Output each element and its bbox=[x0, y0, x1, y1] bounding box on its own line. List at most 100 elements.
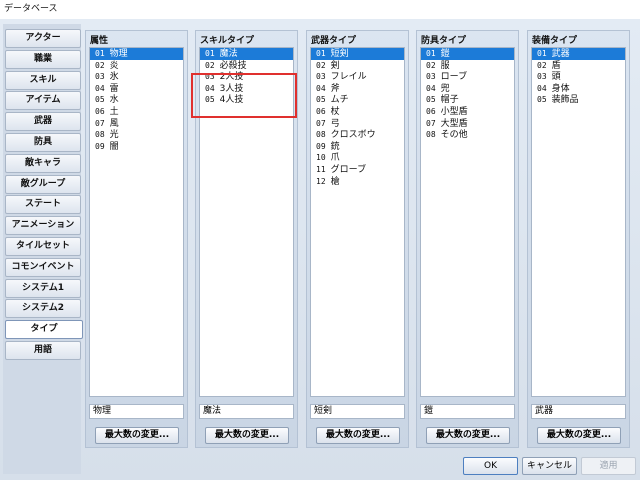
list-item[interactable]: 05 4人技 bbox=[200, 94, 293, 106]
list-item[interactable]: 10 爪 bbox=[311, 152, 404, 164]
list-item[interactable]: 01 武器 bbox=[532, 48, 625, 60]
list-item[interactable]: 01 魔法 bbox=[200, 48, 293, 60]
list-item-number: 01 bbox=[537, 49, 547, 58]
change-maximum-button[interactable]: 最大数の変更... bbox=[537, 427, 621, 444]
list-item[interactable]: 07 大型盾 bbox=[421, 118, 514, 130]
tab-0[interactable]: アクター bbox=[5, 29, 81, 48]
type-list[interactable]: 01 短剣 02 剣 03 フレイル 04 斧 05 ムチ 06 杖 07 弓 08 クロスボウ 09 銃 10 爪 1… bbox=[310, 47, 405, 397]
change-maximum-button[interactable]: 最大数の変更... bbox=[205, 427, 289, 444]
list-item[interactable]: 01 物理 bbox=[90, 48, 183, 60]
list-item-name: 頭 bbox=[551, 72, 561, 83]
name-input[interactable]: 短剣 bbox=[310, 404, 405, 419]
tab-7[interactable]: 敵グループ bbox=[5, 174, 81, 194]
list-item[interactable]: 02 剣 bbox=[311, 60, 404, 72]
list-item-number: 04 bbox=[205, 83, 215, 93]
list-item[interactable]: 08 その他 bbox=[421, 129, 514, 141]
list-item-number: 02 bbox=[95, 60, 105, 70]
list-item-name: 小型盾 bbox=[440, 106, 468, 117]
list-item[interactable]: 06 土 bbox=[90, 106, 183, 118]
list-item[interactable]: 03 フレイル bbox=[311, 71, 404, 83]
apply-button[interactable]: 適用 bbox=[581, 457, 636, 475]
name-input[interactable]: 武器 bbox=[531, 404, 626, 419]
list-item[interactable]: 06 小型盾 bbox=[421, 106, 514, 118]
list-item[interactable]: 07 風 bbox=[90, 118, 183, 130]
list-item[interactable]: 04 兜 bbox=[421, 83, 514, 95]
type-panel: スキルタイプ 01 魔法 02 必殺技 03 2人技 04 3人技 05 4人技 魔法 最大数の変更..… bbox=[195, 30, 298, 448]
list-item[interactable]: 05 ムチ bbox=[311, 94, 404, 106]
list-item[interactable]: 04 3人技 bbox=[200, 83, 293, 95]
list-item-name: 銃 bbox=[330, 141, 340, 152]
tab-12[interactable]: システム1 bbox=[5, 278, 81, 298]
tab-3[interactable]: アイテム bbox=[5, 91, 81, 111]
change-maximum-button[interactable]: 最大数の変更... bbox=[426, 427, 510, 444]
list-item-number: 03 bbox=[537, 72, 547, 82]
list-item[interactable]: 09 銃 bbox=[311, 141, 404, 153]
list-item-number: 04 bbox=[95, 83, 105, 93]
list-item[interactable]: 05 水 bbox=[90, 94, 183, 106]
list-item[interactable]: 11 グローブ bbox=[311, 164, 404, 176]
tab-4[interactable]: 武器 bbox=[5, 112, 81, 132]
change-maximum-button[interactable]: 最大数の変更... bbox=[95, 427, 179, 444]
list-item[interactable]: 03 頭 bbox=[532, 71, 625, 83]
list-item[interactable]: 09 闇 bbox=[90, 141, 183, 153]
list-item[interactable]: 08 光 bbox=[90, 129, 183, 141]
tab-10[interactable]: タイルセット bbox=[5, 237, 81, 256]
list-item-name: 兜 bbox=[440, 83, 450, 94]
name-input[interactable]: 魔法 bbox=[199, 404, 294, 419]
list-item-name: 魔法 bbox=[219, 49, 238, 59]
cancel-button[interactable]: キャンセル bbox=[522, 457, 577, 475]
list-item[interactable]: 02 必殺技 bbox=[200, 60, 293, 72]
list-item-number: 04 bbox=[537, 83, 547, 93]
list-item[interactable]: 06 杖 bbox=[311, 106, 404, 118]
list-item-name: 爪 bbox=[330, 153, 340, 164]
tab-5[interactable]: 防具 bbox=[5, 133, 81, 152]
list-item-name: 氷 bbox=[109, 72, 119, 83]
list-item-name: 弓 bbox=[330, 118, 340, 129]
list-item[interactable]: 02 服 bbox=[421, 60, 514, 72]
name-input[interactable]: 物理 bbox=[89, 404, 184, 419]
list-item[interactable]: 03 2人技 bbox=[200, 71, 293, 83]
list-item[interactable]: 05 装飾品 bbox=[532, 94, 625, 106]
list-item-name: 闇 bbox=[109, 141, 119, 152]
type-list[interactable]: 01 物理 02 炎 03 氷 04 雷 05 水 06 土 07 風 08 光 09 闇 bbox=[89, 47, 184, 397]
list-item[interactable]: 03 氷 bbox=[90, 71, 183, 83]
list-item[interactable]: 05 帽子 bbox=[421, 94, 514, 106]
list-item-number: 08 bbox=[95, 130, 105, 140]
list-item[interactable]: 02 炎 bbox=[90, 60, 183, 72]
name-input[interactable]: 鎧 bbox=[420, 404, 515, 419]
tab-8[interactable]: ステート bbox=[5, 195, 81, 215]
list-item[interactable]: 02 盾 bbox=[532, 60, 625, 72]
list-item-number: 01 bbox=[426, 49, 436, 58]
list-item[interactable]: 04 斧 bbox=[311, 83, 404, 95]
change-maximum-button[interactable]: 最大数の変更... bbox=[316, 427, 400, 444]
type-list[interactable]: 01 鎧 02 服 03 ローブ 04 兜 05 帽子 06 小型盾 07 大型盾 08 その他 bbox=[420, 47, 515, 397]
list-item-name: 杖 bbox=[330, 106, 340, 117]
list-item[interactable]: 12 槍 bbox=[311, 176, 404, 188]
list-item[interactable]: 04 身体 bbox=[532, 83, 625, 95]
list-item-name: 雷 bbox=[109, 83, 119, 94]
type-list[interactable]: 01 魔法 02 必殺技 03 2人技 04 3人技 05 4人技 bbox=[199, 47, 294, 397]
list-item[interactable]: 08 クロスボウ bbox=[311, 129, 404, 141]
tab-6[interactable]: 敵キャラ bbox=[5, 153, 81, 173]
list-item-number: 05 bbox=[205, 95, 215, 105]
type-list[interactable]: 01 武器 02 盾 03 頭 04 身体 05 装飾品 bbox=[531, 47, 626, 397]
tab-14[interactable]: タイプ bbox=[5, 320, 83, 340]
list-item-name: 服 bbox=[440, 60, 450, 71]
tab-15[interactable]: 用語 bbox=[5, 341, 81, 360]
tab-2[interactable]: スキル bbox=[5, 70, 81, 90]
ok-button[interactable]: OK bbox=[463, 457, 518, 475]
list-item[interactable]: 01 鎧 bbox=[421, 48, 514, 60]
list-item-number: 02 bbox=[316, 60, 326, 70]
list-item[interactable]: 01 短剣 bbox=[311, 48, 404, 60]
tab-9[interactable]: アニメーション bbox=[5, 216, 81, 236]
list-item-number: 05 bbox=[95, 95, 105, 105]
list-item-name: 物理 bbox=[109, 49, 128, 59]
tab-13[interactable]: システム2 bbox=[5, 299, 81, 319]
tab-1[interactable]: 職業 bbox=[5, 49, 81, 69]
list-item[interactable]: 04 雷 bbox=[90, 83, 183, 95]
list-item-number: 01 bbox=[205, 49, 215, 58]
list-item-number: 03 bbox=[205, 72, 215, 82]
list-item[interactable]: 03 ローブ bbox=[421, 71, 514, 83]
tab-11[interactable]: コモンイベント bbox=[5, 257, 81, 277]
list-item[interactable]: 07 弓 bbox=[311, 118, 404, 130]
